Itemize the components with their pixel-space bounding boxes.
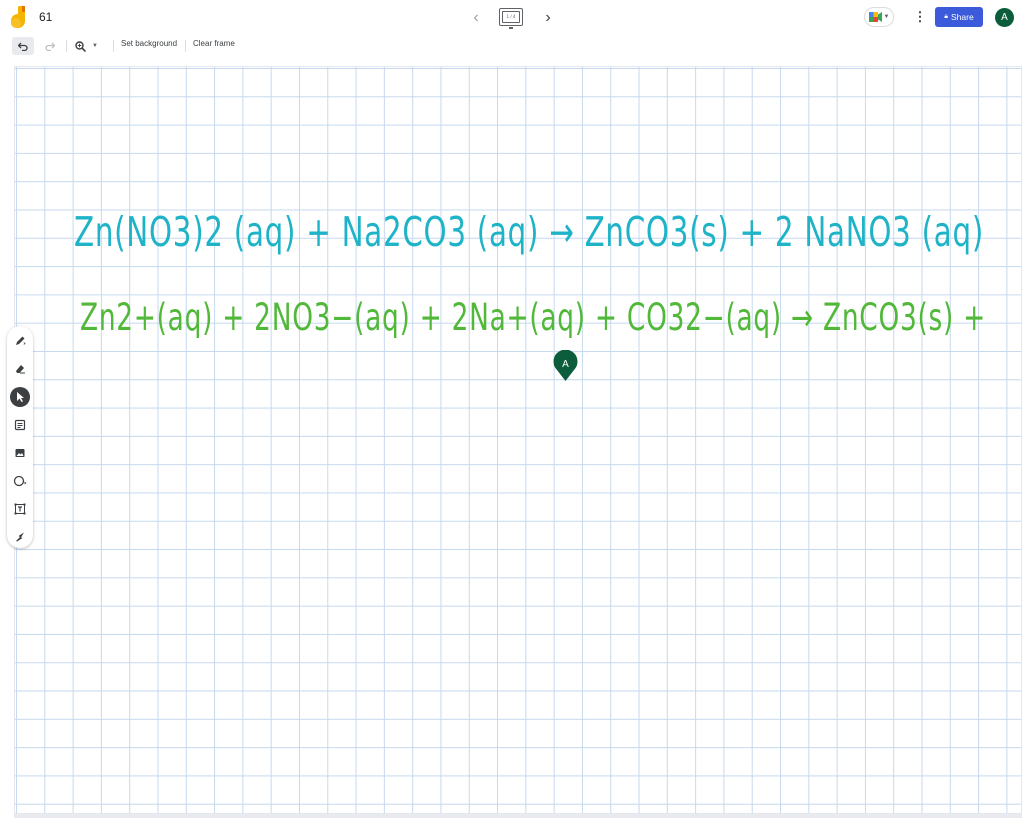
zoom-button[interactable]: ▼: [75, 37, 107, 55]
pen-tool-button[interactable]: [10, 331, 30, 351]
clear-frame-button[interactable]: Clear frame: [193, 39, 235, 48]
share-label: Share: [951, 12, 974, 22]
toolbar-divider: [185, 40, 186, 52]
eraser-tool-button[interactable]: [10, 359, 30, 379]
previous-frame-button[interactable]: ‹: [464, 6, 488, 30]
select-icon: [17, 392, 24, 402]
sticky-note-icon: [14, 419, 26, 431]
frame-navigator: ‹ 1 / 4 ›: [464, 4, 564, 32]
redo-button[interactable]: [41, 37, 59, 55]
frame-indicator: 1 / 4: [502, 11, 520, 23]
text-box-tool-button[interactable]: [10, 499, 30, 519]
image-tool-button[interactable]: [10, 443, 30, 463]
laser-tool-button[interactable]: [10, 527, 30, 547]
toolbar-divider: [66, 40, 67, 52]
toolbar-divider: [113, 40, 114, 52]
undo-button[interactable]: [12, 37, 34, 55]
toolbar: ▼ Set background Clear frame: [0, 36, 1024, 56]
canvas-scrollbar[interactable]: [14, 814, 1022, 818]
set-background-button[interactable]: Set background: [121, 39, 177, 48]
top-bar: 61 ‹ 1 / 4 › ▼ ⋮ 🔒︎ Share A: [0, 0, 1024, 36]
frame-bar-button[interactable]: 1 / 4: [499, 8, 523, 26]
next-frame-button[interactable]: ›: [536, 6, 560, 30]
lock-icon: 🔒︎: [944, 13, 949, 20]
document-title[interactable]: 61: [39, 10, 52, 24]
chevron-down-icon: ▼: [92, 43, 98, 49]
more-options-icon[interactable]: ⋮: [912, 8, 928, 26]
select-tool-button[interactable]: [10, 387, 30, 407]
collaborator-cursor: A: [553, 350, 578, 381]
meet-button[interactable]: ▼: [864, 7, 894, 27]
collaborator-initial: A: [562, 359, 569, 370]
laser-icon: [16, 532, 24, 542]
image-icon: [15, 449, 25, 457]
sticky-note-tool-button[interactable]: [10, 415, 30, 435]
jamboard-logo-icon: [11, 6, 25, 28]
text-box-icon: [14, 503, 26, 515]
undo-icon: [18, 42, 28, 51]
chevron-down-icon: ▼: [883, 14, 890, 20]
pen-icon: [16, 336, 26, 345]
frame-thumb-stand: [509, 27, 513, 29]
circle-icon: [13, 475, 27, 487]
eraser-icon: [16, 365, 25, 374]
tool-rail: [7, 326, 33, 548]
redo-icon: [45, 42, 55, 51]
meet-icon: [868, 12, 882, 22]
share-button[interactable]: 🔒︎ Share: [935, 7, 983, 27]
account-avatar[interactable]: A: [995, 8, 1014, 27]
zoom-in-icon: [75, 40, 86, 52]
shape-tool-button[interactable]: [10, 471, 30, 491]
whiteboard-canvas[interactable]: [14, 66, 1022, 814]
